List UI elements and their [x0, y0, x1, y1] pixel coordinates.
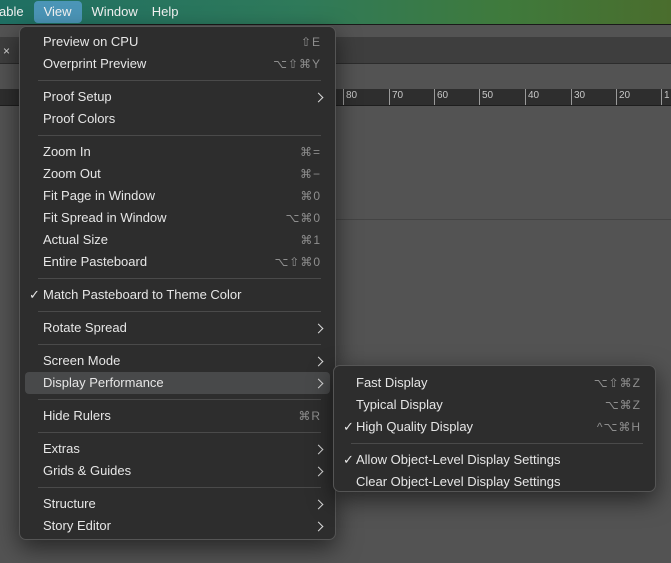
menu-item-high-quality-display[interactable]: ✓ High Quality Display ^⌥⌘H [339, 416, 650, 438]
menu-item-label: Zoom In [43, 144, 91, 159]
shortcut-label: ⌥⇧⌘Y [273, 57, 321, 71]
menu-item-label: Hide Rulers [43, 408, 111, 423]
menu-item-label: Proof Colors [43, 111, 116, 126]
menu-item-typical-display[interactable]: Typical Display ⌥⌘Z [339, 394, 650, 416]
chevron-right-icon [313, 372, 324, 394]
menu-item-allow-object-level[interactable]: ✓ Allow Object-Level Display Settings [339, 449, 650, 471]
shortcut-label: ⌥⇧⌘Z [593, 376, 641, 390]
menubar: able View Window Help [0, 0, 671, 25]
menu-separator [38, 344, 321, 345]
menu-separator [38, 80, 321, 81]
shortcut-label: ⌘− [299, 167, 321, 181]
menu-item-label: Proof Setup [43, 89, 112, 104]
chevron-right-icon [313, 317, 324, 339]
menu-item-label: Allow Object-Level Display Settings [356, 452, 561, 467]
menu-item-fast-display[interactable]: Fast Display ⌥⇧⌘Z [339, 372, 650, 394]
menu-item-label: Overprint Preview [43, 56, 147, 71]
menu-item-zoom-out[interactable]: Zoom Out ⌘− [25, 163, 330, 185]
menu-item-label: Screen Mode [43, 353, 121, 368]
menu-item-rotate-spread[interactable]: Rotate Spread [25, 317, 330, 339]
menu-item-clear-object-level[interactable]: Clear Object-Level Display Settings [339, 471, 650, 493]
ruler-label: 1 [664, 90, 670, 101]
view-menu: Preview on CPU ⇧E Overprint Preview ⌥⇧⌘Y… [19, 26, 336, 540]
menu-item-label: Match Pasteboard to Theme Color [43, 287, 242, 302]
shortcut-label: ⌘0 [300, 189, 321, 203]
chevron-right-icon [313, 350, 324, 372]
menu-item-label: Preview on CPU [43, 34, 139, 49]
menu-item-fit-page[interactable]: Fit Page in Window ⌘0 [25, 185, 330, 207]
ruler-label: 80 [346, 90, 358, 101]
menu-item-screen-mode[interactable]: Screen Mode [25, 350, 330, 372]
tab-close-icon[interactable]: × [3, 44, 10, 58]
chevron-right-icon [313, 438, 324, 460]
menu-item-proof-colors[interactable]: Proof Colors [25, 108, 330, 130]
menubar-item-table[interactable]: able [0, 1, 31, 23]
shortcut-label: ⌘= [299, 145, 321, 159]
menu-separator [38, 135, 321, 136]
menu-item-label: Fit Page in Window [43, 188, 155, 203]
menu-separator [38, 278, 321, 279]
display-performance-submenu: Fast Display ⌥⇧⌘Z Typical Display ⌥⌘Z ✓ … [333, 365, 656, 492]
menu-item-label: Entire Pasteboard [43, 254, 148, 269]
checkmark-icon: ✓ [343, 419, 354, 434]
chevron-right-icon [313, 493, 324, 515]
menu-item-proof-setup[interactable]: Proof Setup [25, 86, 330, 108]
menu-item-label: Extras [43, 441, 80, 456]
menu-item-match-pasteboard[interactable]: ✓ Match Pasteboard to Theme Color [25, 284, 330, 306]
menu-item-fit-spread[interactable]: Fit Spread in Window ⌥⌘0 [25, 207, 330, 229]
menu-item-structure[interactable]: Structure [25, 493, 330, 515]
ruler-label: 20 [619, 90, 631, 101]
menu-item-label: Typical Display [356, 397, 443, 412]
menu-item-extras[interactable]: Extras [25, 438, 330, 460]
menu-item-label: Structure [43, 496, 96, 511]
menu-item-label: Fit Spread in Window [43, 210, 167, 225]
ruler-label: 30 [574, 90, 586, 101]
page-edge-line [336, 219, 671, 220]
menu-item-hide-rulers[interactable]: Hide Rulers ⌘R [25, 405, 330, 427]
chevron-right-icon [313, 515, 324, 537]
menu-item-label: High Quality Display [356, 419, 474, 434]
menu-item-label: Zoom Out [43, 166, 101, 181]
menubar-item-window[interactable]: Window [85, 1, 145, 23]
menu-item-label: Grids & Guides [43, 463, 132, 478]
menubar-item-help[interactable]: Help [145, 1, 186, 23]
menu-item-label: Rotate Spread [43, 320, 127, 335]
ruler-label: 50 [482, 90, 494, 101]
ruler-label: 70 [392, 90, 404, 101]
menu-separator [38, 399, 321, 400]
menu-item-actual-size[interactable]: Actual Size ⌘1 [25, 229, 330, 251]
shortcut-label: ⇧E [300, 35, 321, 49]
shortcut-label: ⌘R [298, 409, 321, 423]
menu-item-label: Clear Object-Level Display Settings [356, 474, 561, 489]
ruler-label: 60 [437, 90, 449, 101]
menu-item-label: Story Editor [43, 518, 111, 533]
menubar-item-view[interactable]: View [33, 1, 82, 23]
menu-separator [351, 443, 643, 444]
menu-item-story-editor[interactable]: Story Editor [25, 515, 330, 537]
ruler-label: 40 [528, 90, 540, 101]
checkmark-icon: ✓ [29, 287, 40, 302]
menu-item-label: Display Performance [43, 375, 164, 390]
shortcut-label: ⌥⌘0 [285, 211, 321, 225]
chevron-right-icon [313, 86, 324, 108]
shortcut-label: ⌥⌘Z [604, 398, 641, 412]
menu-separator [38, 487, 321, 488]
menu-item-preview-cpu[interactable]: Preview on CPU ⇧E [25, 31, 330, 53]
menu-item-label: Fast Display [356, 375, 428, 390]
menu-item-zoom-in[interactable]: Zoom In ⌘= [25, 141, 330, 163]
shortcut-label: ⌥⇧⌘0 [274, 255, 321, 269]
menu-item-grids-guides[interactable]: Grids & Guides [25, 460, 330, 482]
menu-item-display-performance[interactable]: Display Performance [25, 372, 330, 394]
menu-item-entire-pasteboard[interactable]: Entire Pasteboard ⌥⇧⌘0 [25, 251, 330, 273]
menu-item-label: Actual Size [43, 232, 109, 247]
menu-separator [38, 311, 321, 312]
menu-separator [38, 432, 321, 433]
menu-item-overprint-preview[interactable]: Overprint Preview ⌥⇧⌘Y [25, 53, 330, 75]
shortcut-label: ^⌥⌘H [596, 420, 641, 434]
shortcut-label: ⌘1 [300, 233, 321, 247]
checkmark-icon: ✓ [343, 452, 354, 467]
chevron-right-icon [313, 460, 324, 482]
